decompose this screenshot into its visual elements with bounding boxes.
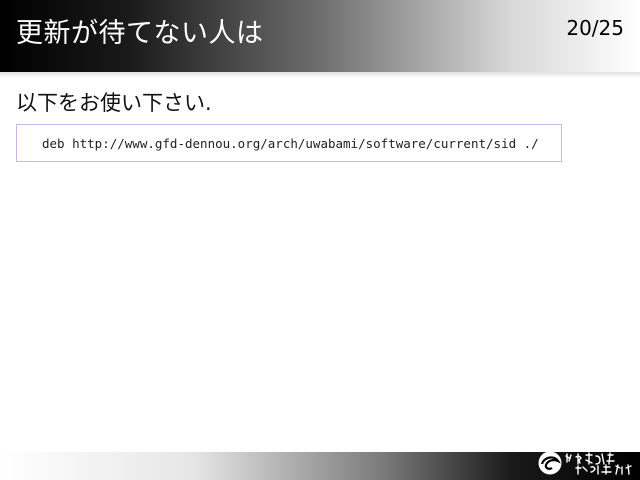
title-bar: 更新が待てない人は 20/25 [0,0,640,78]
footer-bar [0,451,640,480]
body-text: 以下をお使い下さい. [16,91,212,115]
slide-title: 更新が待てない人は [16,18,264,49]
gfd-dennou-logo-icon [538,451,632,475]
page-number: 20/25 [566,16,624,40]
code-box: deb http://www.gfd-dennou.org/arch/uwaba… [16,124,562,162]
slide: 更新が待てない人は 20/25 以下をお使い下さい. deb http://ww… [0,0,640,480]
code-line: deb http://www.gfd-dennou.org/arch/uwaba… [42,136,539,151]
